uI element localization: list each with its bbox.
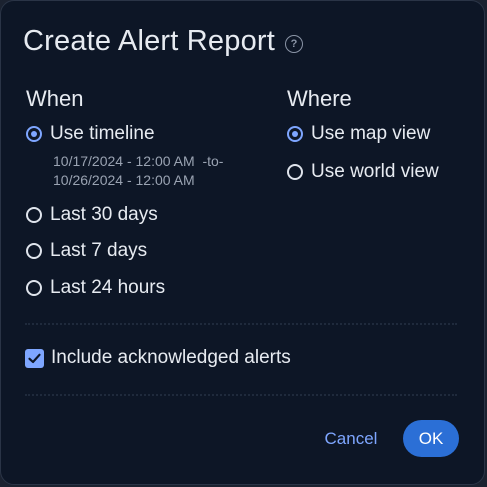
radio-use-world-view[interactable]: Use world view <box>287 161 439 183</box>
radio-label: Last 30 days <box>50 204 158 225</box>
create-alert-report-dialog: Create Alert Report ? When Use timeline … <box>0 0 485 485</box>
dialog-title: Create Alert Report <box>23 25 276 57</box>
timeline-start: 10/17/2024 - 12:00 AM <box>53 153 195 169</box>
timeline-date-range: 10/17/2024 - 12:00 AM -to- 10/26/2024 - … <box>53 152 223 190</box>
ok-button[interactable]: OK <box>403 420 459 457</box>
where-label: Where <box>287 86 352 111</box>
title-row: Create Alert Report ? <box>23 25 304 58</box>
divider <box>25 394 457 396</box>
cancel-button[interactable]: Cancel <box>313 421 389 457</box>
radio-button[interactable] <box>287 164 303 180</box>
radio-button[interactable] <box>26 207 42 223</box>
divider <box>25 323 457 325</box>
radio-use-timeline[interactable]: Use timeline <box>26 123 155 145</box>
radio-last-7-days[interactable]: Last 7 days <box>26 240 147 262</box>
include-acknowledged-checkbox-row[interactable]: Include acknowledged alerts <box>25 347 291 369</box>
radio-use-map-view[interactable]: Use map view <box>287 123 430 145</box>
radio-label: Use world view <box>311 161 439 182</box>
radio-button[interactable] <box>287 126 303 142</box>
radio-button[interactable] <box>26 126 42 142</box>
timeline-end: 10/26/2024 - 12:00 AM <box>53 172 195 188</box>
timeline-separator: -to- <box>202 153 224 169</box>
radio-last-30-days[interactable]: Last 30 days <box>26 204 158 226</box>
radio-label: Use timeline <box>50 123 155 144</box>
include-acknowledged-label: Include acknowledged alerts <box>51 347 291 368</box>
checkbox-checked-icon[interactable] <box>25 348 44 368</box>
radio-label: Use map view <box>311 123 431 144</box>
radio-button[interactable] <box>26 280 42 296</box>
radio-label: Last 7 days <box>50 240 148 261</box>
radio-last-24-hours[interactable]: Last 24 hours <box>26 277 165 299</box>
radio-button[interactable] <box>26 243 42 259</box>
radio-label: Last 24 hours <box>50 277 166 298</box>
when-label: When <box>26 86 84 111</box>
question-circle-icon[interactable]: ? <box>285 34 304 53</box>
